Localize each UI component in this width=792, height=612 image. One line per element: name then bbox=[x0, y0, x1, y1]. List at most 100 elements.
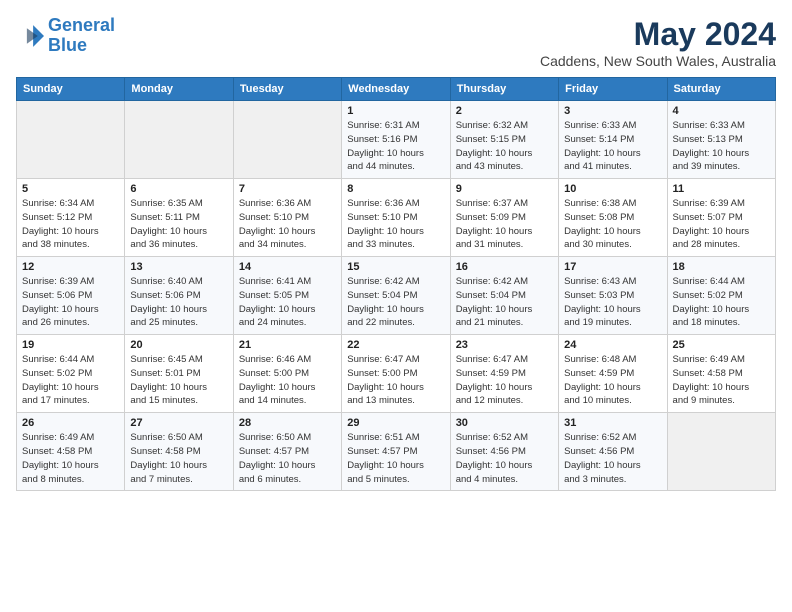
day-info: Sunrise: 6:47 AM Sunset: 5:00 PM Dayligh… bbox=[347, 353, 444, 408]
day-info: Sunrise: 6:46 AM Sunset: 5:00 PM Dayligh… bbox=[239, 353, 336, 408]
day-number: 14 bbox=[239, 261, 336, 273]
table-row: 18 Sunrise: 6:44 AM Sunset: 5:02 PM Dayli… bbox=[667, 257, 775, 335]
table-row: 28 Sunrise: 6:50 AM Sunset: 4:57 PM Dayli… bbox=[233, 413, 341, 491]
table-row: 9 Sunrise: 6:37 AM Sunset: 5:09 PM Daylig… bbox=[450, 179, 558, 257]
day-number: 5 bbox=[22, 183, 119, 195]
table-row: 29 Sunrise: 6:51 AM Sunset: 4:57 PM Dayli… bbox=[342, 413, 450, 491]
calendar-week-row: 12Sunrise: 6:39 AM Sunset: 5:06 PM Dayli… bbox=[17, 257, 776, 335]
day-info: Sunrise: 6:39 AM Sunset: 5:07 PM Dayligh… bbox=[673, 197, 770, 252]
table-row: 2 Sunrise: 6:32 AM Sunset: 5:15 PM Daylig… bbox=[450, 101, 558, 179]
day-info: Sunrise: 6:31 AM Sunset: 5:16 PM Dayligh… bbox=[347, 119, 444, 174]
day-info: Sunrise: 6:50 AM Sunset: 4:57 PM Dayligh… bbox=[239, 431, 336, 486]
table-row: 10Sunrise: 6:38 AM Sunset: 5:08 PM Dayli… bbox=[559, 179, 667, 257]
day-info: Sunrise: 6:33 AM Sunset: 5:13 PM Dayligh… bbox=[673, 119, 770, 174]
table-row: 30 Sunrise: 6:52 AM Sunset: 4:56 PM Dayli… bbox=[450, 413, 558, 491]
day-number: 8 bbox=[347, 183, 444, 195]
logo-text: General Blue bbox=[48, 16, 115, 56]
header-thursday: Thursday bbox=[450, 78, 558, 101]
day-number: 2 bbox=[456, 105, 553, 117]
month-title: May 2024 bbox=[540, 16, 776, 53]
table-row: 22 Sunrise: 6:47 AM Sunset: 5:00 PM Dayli… bbox=[342, 335, 450, 413]
day-info: Sunrise: 6:41 AM Sunset: 5:05 PM Dayligh… bbox=[239, 275, 336, 330]
day-number: 24 bbox=[564, 339, 661, 351]
day-number: 20 bbox=[130, 339, 227, 351]
calendar-table: Sunday Monday Tuesday Wednesday Thursday… bbox=[16, 77, 776, 491]
header-tuesday: Tuesday bbox=[233, 78, 341, 101]
day-number: 26 bbox=[22, 417, 119, 429]
table-row bbox=[17, 101, 125, 179]
day-number: 29 bbox=[347, 417, 444, 429]
title-block: May 2024 Caddens, New South Wales, Austr… bbox=[540, 16, 776, 69]
day-info: Sunrise: 6:42 AM Sunset: 5:04 PM Dayligh… bbox=[347, 275, 444, 330]
table-row: 13 Sunrise: 6:40 AM Sunset: 5:06 PM Dayli… bbox=[125, 257, 233, 335]
day-info: Sunrise: 6:33 AM Sunset: 5:14 PM Dayligh… bbox=[564, 119, 661, 174]
table-row: 21 Sunrise: 6:46 AM Sunset: 5:00 PM Dayli… bbox=[233, 335, 341, 413]
day-number: 23 bbox=[456, 339, 553, 351]
day-number: 9 bbox=[456, 183, 553, 195]
day-number: 3 bbox=[564, 105, 661, 117]
day-number: 13 bbox=[130, 261, 227, 273]
table-row: 15Sunrise: 6:42 AM Sunset: 5:04 PM Dayli… bbox=[342, 257, 450, 335]
table-row: 8 Sunrise: 6:36 AM Sunset: 5:10 PM Daylig… bbox=[342, 179, 450, 257]
day-number: 25 bbox=[673, 339, 770, 351]
table-row: 24 Sunrise: 6:48 AM Sunset: 4:59 PM Dayli… bbox=[559, 335, 667, 413]
location-subtitle: Caddens, New South Wales, Australia bbox=[540, 53, 776, 69]
table-row: 25 Sunrise: 6:49 AM Sunset: 4:58 PM Dayli… bbox=[667, 335, 775, 413]
table-row: 4 Sunrise: 6:33 AM Sunset: 5:13 PM Daylig… bbox=[667, 101, 775, 179]
table-row: 3 Sunrise: 6:33 AM Sunset: 5:14 PM Daylig… bbox=[559, 101, 667, 179]
day-number: 17 bbox=[564, 261, 661, 273]
page-header: General Blue May 2024 Caddens, New South… bbox=[16, 16, 776, 69]
table-row: 17 Sunrise: 6:43 AM Sunset: 5:03 PM Dayli… bbox=[559, 257, 667, 335]
day-number: 22 bbox=[347, 339, 444, 351]
header-wednesday: Wednesday bbox=[342, 78, 450, 101]
header-friday: Friday bbox=[559, 78, 667, 101]
day-info: Sunrise: 6:36 AM Sunset: 5:10 PM Dayligh… bbox=[239, 197, 336, 252]
day-info: Sunrise: 6:34 AM Sunset: 5:12 PM Dayligh… bbox=[22, 197, 119, 252]
day-number: 18 bbox=[673, 261, 770, 273]
day-number: 10 bbox=[564, 183, 661, 195]
day-info: Sunrise: 6:39 AM Sunset: 5:06 PM Dayligh… bbox=[22, 275, 119, 330]
day-info: Sunrise: 6:40 AM Sunset: 5:06 PM Dayligh… bbox=[130, 275, 227, 330]
day-info: Sunrise: 6:44 AM Sunset: 5:02 PM Dayligh… bbox=[673, 275, 770, 330]
day-info: Sunrise: 6:48 AM Sunset: 4:59 PM Dayligh… bbox=[564, 353, 661, 408]
day-number: 1 bbox=[347, 105, 444, 117]
header-saturday: Saturday bbox=[667, 78, 775, 101]
day-info: Sunrise: 6:37 AM Sunset: 5:09 PM Dayligh… bbox=[456, 197, 553, 252]
day-number: 27 bbox=[130, 417, 227, 429]
day-info: Sunrise: 6:51 AM Sunset: 4:57 PM Dayligh… bbox=[347, 431, 444, 486]
day-info: Sunrise: 6:52 AM Sunset: 4:56 PM Dayligh… bbox=[456, 431, 553, 486]
day-number: 21 bbox=[239, 339, 336, 351]
day-info: Sunrise: 6:42 AM Sunset: 5:04 PM Dayligh… bbox=[456, 275, 553, 330]
table-row: 23 Sunrise: 6:47 AM Sunset: 4:59 PM Dayli… bbox=[450, 335, 558, 413]
logo-icon bbox=[16, 22, 44, 50]
header-monday: Monday bbox=[125, 78, 233, 101]
day-number: 28 bbox=[239, 417, 336, 429]
day-info: Sunrise: 6:36 AM Sunset: 5:10 PM Dayligh… bbox=[347, 197, 444, 252]
day-number: 30 bbox=[456, 417, 553, 429]
logo-line1: General bbox=[48, 15, 115, 35]
day-number: 31 bbox=[564, 417, 661, 429]
table-row: 26Sunrise: 6:49 AM Sunset: 4:58 PM Dayli… bbox=[17, 413, 125, 491]
day-number: 19 bbox=[22, 339, 119, 351]
day-info: Sunrise: 6:32 AM Sunset: 5:15 PM Dayligh… bbox=[456, 119, 553, 174]
calendar-week-row: 26Sunrise: 6:49 AM Sunset: 4:58 PM Dayli… bbox=[17, 413, 776, 491]
table-row: 6Sunrise: 6:35 AM Sunset: 5:11 PM Daylig… bbox=[125, 179, 233, 257]
day-number: 4 bbox=[673, 105, 770, 117]
table-row: 1 Sunrise: 6:31 AM Sunset: 5:16 PM Daylig… bbox=[342, 101, 450, 179]
day-info: Sunrise: 6:50 AM Sunset: 4:58 PM Dayligh… bbox=[130, 431, 227, 486]
table-row: 31Sunrise: 6:52 AM Sunset: 4:56 PM Dayli… bbox=[559, 413, 667, 491]
table-row: 7 Sunrise: 6:36 AM Sunset: 5:10 PM Daylig… bbox=[233, 179, 341, 257]
calendar-week-row: 5 Sunrise: 6:34 AM Sunset: 5:12 PM Daylig… bbox=[17, 179, 776, 257]
table-row: 19Sunrise: 6:44 AM Sunset: 5:02 PM Dayli… bbox=[17, 335, 125, 413]
calendar-week-row: 19Sunrise: 6:44 AM Sunset: 5:02 PM Dayli… bbox=[17, 335, 776, 413]
day-number: 7 bbox=[239, 183, 336, 195]
day-info: Sunrise: 6:35 AM Sunset: 5:11 PM Dayligh… bbox=[130, 197, 227, 252]
table-row: 5 Sunrise: 6:34 AM Sunset: 5:12 PM Daylig… bbox=[17, 179, 125, 257]
day-info: Sunrise: 6:47 AM Sunset: 4:59 PM Dayligh… bbox=[456, 353, 553, 408]
day-info: Sunrise: 6:43 AM Sunset: 5:03 PM Dayligh… bbox=[564, 275, 661, 330]
table-row bbox=[125, 101, 233, 179]
header-sunday: Sunday bbox=[17, 78, 125, 101]
day-number: 11 bbox=[673, 183, 770, 195]
table-row: 11 Sunrise: 6:39 AM Sunset: 5:07 PM Dayli… bbox=[667, 179, 775, 257]
day-info: Sunrise: 6:49 AM Sunset: 4:58 PM Dayligh… bbox=[673, 353, 770, 408]
